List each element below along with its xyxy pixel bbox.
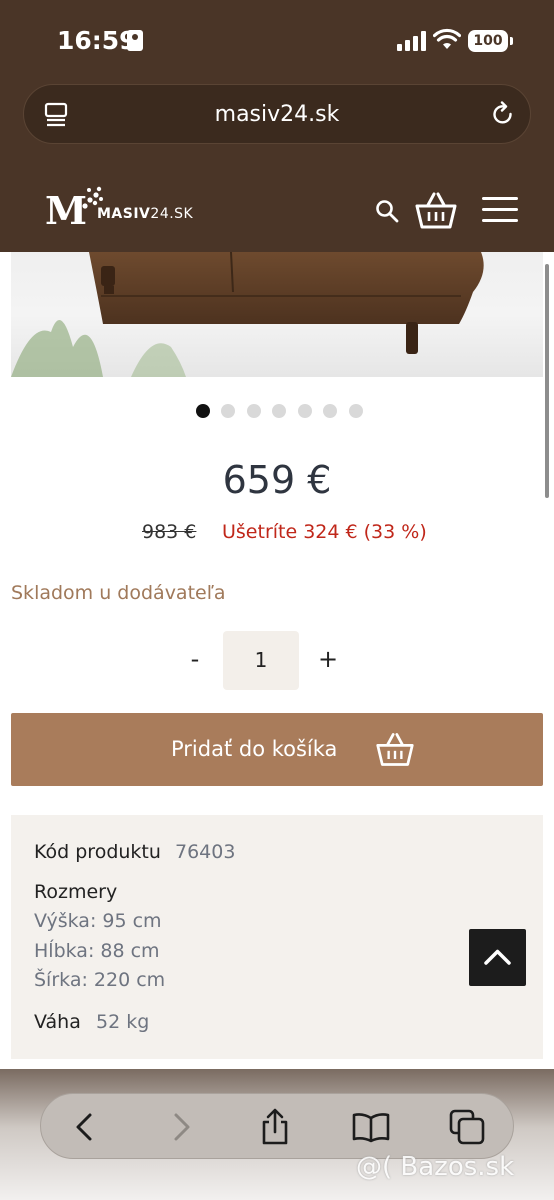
- bookmarks-icon[interactable]: [351, 1107, 391, 1147]
- browser-toolbar: [40, 1093, 514, 1159]
- availability-status: Skladom u dodávateľa: [11, 582, 226, 604]
- cellular-signal-icon: [397, 31, 427, 51]
- add-to-cart-button[interactable]: Pridať do košíka: [11, 713, 543, 786]
- product-details: Kód produktu 76403 Rozmery Výška: 95 cm …: [11, 815, 543, 1059]
- cart-icon[interactable]: [414, 190, 458, 230]
- top-header: 16:59 100 masiv24.sk M MASIV24.SK: [0, 0, 554, 252]
- gallery-dot[interactable]: [196, 404, 210, 418]
- sofa-photo: [11, 252, 484, 377]
- search-icon[interactable]: [374, 198, 400, 224]
- share-icon[interactable]: [255, 1107, 295, 1147]
- product-code-label: Kód produktu: [34, 841, 161, 863]
- add-to-cart-label: Pridať do košíka: [171, 737, 338, 761]
- logo-text: MASIV24.SK: [97, 206, 193, 222]
- gallery-dot[interactable]: [323, 404, 337, 418]
- forward-icon[interactable]: [161, 1107, 201, 1147]
- contact-card-icon: [127, 30, 143, 51]
- menu-icon[interactable]: [482, 195, 518, 225]
- bazos-watermark: @( Bazos.sk: [356, 1152, 515, 1182]
- product-code-value: 76403: [175, 841, 236, 863]
- battery-indicator: 100: [468, 30, 513, 52]
- quantity-increase-button[interactable]: +: [315, 645, 341, 675]
- reload-icon[interactable]: [490, 101, 516, 129]
- width-value: Šírka: 220 cm: [34, 969, 166, 991]
- status-bar: 16:59 100: [0, 0, 554, 80]
- wifi-icon: [433, 28, 461, 49]
- address-bar[interactable]: masiv24.sk: [23, 84, 531, 144]
- url-text[interactable]: masiv24.sk: [24, 102, 530, 127]
- back-icon[interactable]: [65, 1107, 105, 1147]
- product-image[interactable]: [11, 252, 543, 377]
- gallery-dot[interactable]: [349, 404, 363, 418]
- basket-icon: [376, 733, 414, 766]
- logo-brand: MASIV: [97, 206, 151, 222]
- quantity-input[interactable]: 1: [223, 631, 299, 690]
- logo-suffix: 24.SK: [150, 206, 194, 222]
- depth-value: Hĺbka: 88 cm: [34, 940, 160, 962]
- gallery-dot[interactable]: [247, 404, 261, 418]
- quantity-decrease-button[interactable]: -: [182, 645, 208, 675]
- gallery-dot[interactable]: [298, 404, 312, 418]
- browser-bottom-area: @( Bazos.sk: [0, 1069, 554, 1200]
- weight-value: 52 kg: [96, 1011, 150, 1033]
- dimensions-label: Rozmery: [34, 881, 118, 903]
- gallery-dot[interactable]: [272, 404, 286, 418]
- height-value: Výška: 95 cm: [34, 910, 162, 932]
- product-price: 659 €: [222, 458, 332, 502]
- old-price: 983 €: [142, 521, 197, 543]
- status-time: 16:59: [57, 26, 137, 55]
- scroll-to-top-button[interactable]: [469, 929, 526, 986]
- gallery-pagination: [196, 404, 376, 420]
- chevron-up-icon: [484, 949, 511, 965]
- tabs-overview-icon[interactable]: [447, 1107, 487, 1147]
- weight-label: Váha: [34, 1011, 81, 1033]
- gallery-dot[interactable]: [221, 404, 235, 418]
- savings-text: Ušetríte 324 € (33 %): [222, 521, 427, 543]
- site-logo[interactable]: M MASIV24.SK: [45, 186, 195, 233]
